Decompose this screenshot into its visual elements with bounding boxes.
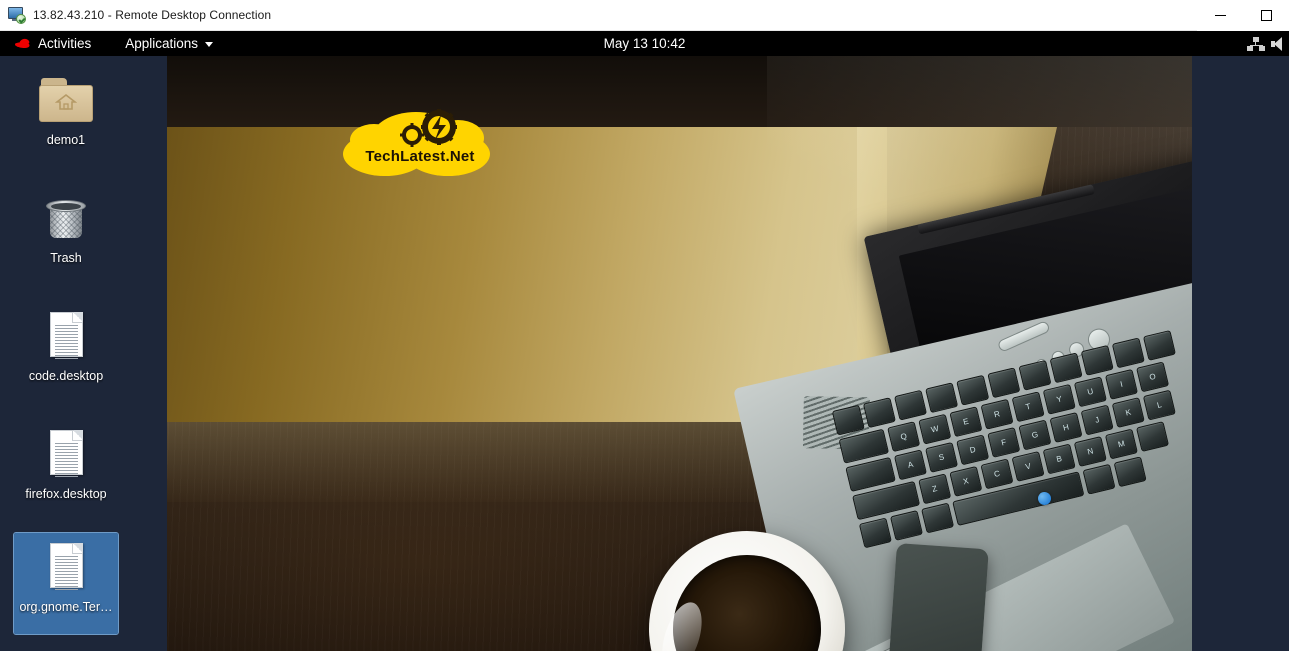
remote-desktop-icon xyxy=(8,7,26,24)
minimize-button[interactable] xyxy=(1197,0,1243,31)
desktop-icon-demo1[interactable]: demo1 xyxy=(14,66,118,167)
trash-icon xyxy=(38,190,94,246)
maximize-icon xyxy=(1260,9,1272,21)
home-folder-icon xyxy=(38,72,94,128)
window-controls xyxy=(1197,0,1289,31)
text-file-icon xyxy=(38,539,94,595)
applications-label: Applications xyxy=(125,36,199,51)
house-glyph-icon xyxy=(55,93,77,110)
remote-desktop-window: 13.82.43.210 - Remote Desktop Connection… xyxy=(0,0,1289,651)
activities-button[interactable]: Activities xyxy=(0,31,101,56)
gnome-status-area[interactable] xyxy=(1247,31,1289,56)
desktop-icon-label: org.gnome.Ter… xyxy=(19,600,113,614)
gnome-top-bar-left: Activities Applications xyxy=(0,31,225,56)
desktop-icon-label: code.desktop xyxy=(28,369,104,383)
applications-menu[interactable]: Applications xyxy=(113,31,225,56)
maximize-button[interactable] xyxy=(1243,0,1289,31)
activities-label: Activities xyxy=(38,36,92,51)
volume-icon xyxy=(1271,36,1287,51)
text-file-icon xyxy=(38,426,94,482)
desktop-icon-label: firefox.desktop xyxy=(25,487,107,501)
gnome-top-bar: Activities Applications May 13 10:42 xyxy=(0,31,1289,56)
titlebar-left: 13.82.43.210 - Remote Desktop Connection xyxy=(0,0,271,31)
desktop-icon-trash[interactable]: Trash xyxy=(14,184,118,285)
wallpaper-laptop: QWE RTYU IO ASD FGHJ KL ZXC VBNM xyxy=(733,142,1192,651)
window-titlebar: 13.82.43.210 - Remote Desktop Connection xyxy=(0,0,1289,31)
minimize-icon xyxy=(1214,14,1226,16)
desktop-icon-org-gnome-terminal[interactable]: org.gnome.Ter… xyxy=(13,532,119,635)
window-title: 13.82.43.210 - Remote Desktop Connection xyxy=(33,8,272,22)
techlatest-logo-text: TechLatest.Net xyxy=(365,148,475,165)
desktop-icon-firefox-desktop[interactable]: firefox.desktop xyxy=(14,420,118,521)
network-icon xyxy=(1247,36,1265,51)
techlatest-logo: TechLatest.Net xyxy=(340,108,500,183)
desktop-icon-label: Trash xyxy=(50,251,82,265)
chevron-down-icon xyxy=(205,42,214,47)
desktop-area[interactable]: QWE RTYU IO ASD FGHJ KL ZXC VBNM TechLat… xyxy=(0,56,1289,651)
desktop-icon-label: demo1 xyxy=(46,133,86,147)
desktop-wallpaper: QWE RTYU IO ASD FGHJ KL ZXC VBNM TechLat… xyxy=(167,56,1192,651)
text-file-icon xyxy=(38,308,94,364)
wallpaper-phone xyxy=(885,542,989,651)
cloud-shape-icon xyxy=(343,109,490,176)
redhat-logo-icon xyxy=(14,37,31,50)
desktop-icon-code-desktop[interactable]: code.desktop xyxy=(14,302,118,403)
